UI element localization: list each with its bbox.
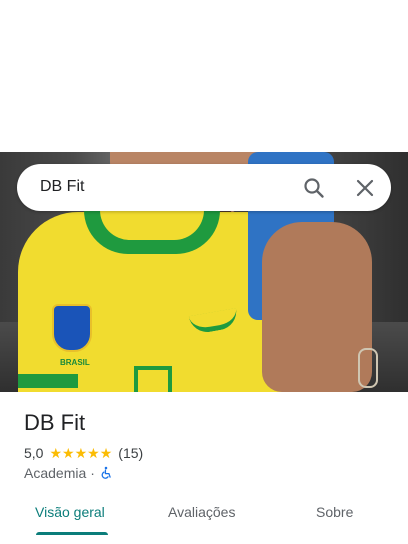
star-icon: ★ [62,445,75,461]
separator-dot: · [90,465,95,481]
place-tabs: Visão geral Avaliações Sobre [0,500,408,544]
map-blank-area [0,0,408,152]
crest-label: BRASIL [60,358,90,367]
tab-about[interactable]: Sobre [316,504,353,520]
bracelet [358,348,378,388]
search-icon[interactable] [302,176,326,200]
review-count[interactable]: (15) [118,445,143,461]
close-icon[interactable] [353,176,377,200]
rating-row[interactable]: 5,0 ★ ★ ★ ★ ★ (15) [24,444,143,462]
wheelchair-icon [101,466,111,479]
star-icon: ★ [87,445,100,461]
place-category: Academia [24,465,87,481]
rating-value: 5,0 [24,445,44,461]
tab-overview[interactable]: Visão geral [35,504,105,520]
star-icon: ★ [49,445,63,461]
jersey-sleeve-band [18,374,78,388]
hand [262,222,372,392]
star-icon: ★ [99,445,113,461]
search-bar[interactable]: DB Fit [17,164,391,211]
search-input[interactable]: DB Fit [40,178,84,196]
jersey-badge [134,366,172,392]
jersey-collar-inner [100,210,204,240]
star-icon: ★ [74,445,88,461]
category-row: Academia · [24,464,113,482]
star-rating: ★ ★ ★ ★ ★ [49,446,112,460]
tab-reviews[interactable]: Avaliações [168,504,235,520]
team-crest-icon [52,304,92,352]
place-title: DB Fit [24,410,86,435]
active-tab-indicator [36,532,108,535]
